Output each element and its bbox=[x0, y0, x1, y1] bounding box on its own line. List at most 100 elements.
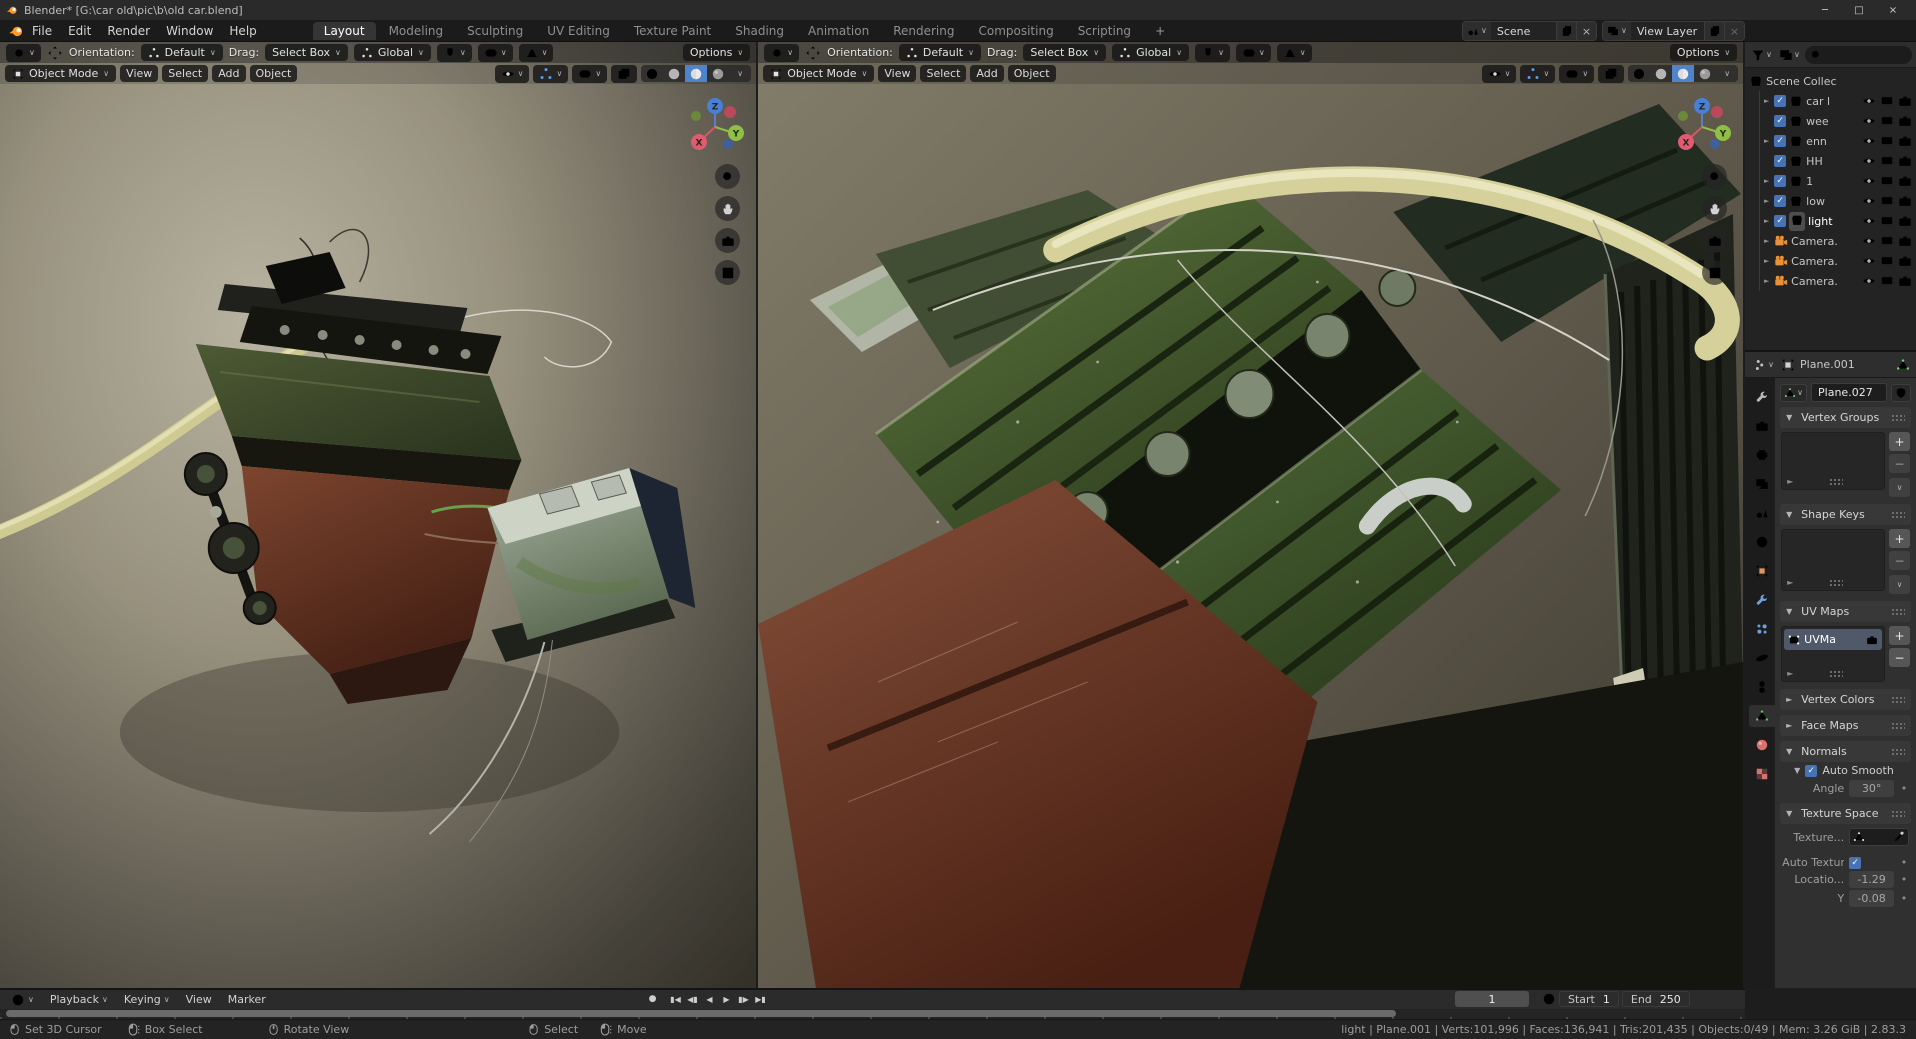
tab-rendering[interactable]: Rendering bbox=[882, 22, 965, 40]
render-camera-icon[interactable] bbox=[1898, 174, 1912, 188]
menu-render[interactable]: Render bbox=[99, 22, 158, 40]
timeline-scrollbar[interactable] bbox=[6, 1010, 1396, 1017]
tab-object[interactable] bbox=[1749, 560, 1775, 582]
outliner-row-collection[interactable]: ► ✓ car l bbox=[1762, 91, 1914, 111]
active-render-camera-icon[interactable] bbox=[1866, 634, 1878, 646]
monitor-icon[interactable] bbox=[1880, 214, 1894, 228]
expand-arrow-icon[interactable]: ► bbox=[1762, 277, 1771, 285]
panel-grip-handle[interactable] bbox=[1891, 511, 1905, 518]
shading-options-dropdown[interactable]: ∨ bbox=[1716, 65, 1738, 82]
shading-solid-button[interactable] bbox=[1650, 65, 1672, 82]
eye-icon[interactable] bbox=[1862, 134, 1876, 148]
menu-window[interactable]: Window bbox=[158, 22, 221, 40]
tab-compositing[interactable]: Compositing bbox=[967, 22, 1064, 40]
visibility-dropdown[interactable]: ∨ bbox=[1482, 65, 1517, 83]
tab-render[interactable] bbox=[1749, 415, 1775, 437]
render-camera-icon[interactable] bbox=[1898, 154, 1912, 168]
shading-wireframe-button[interactable] bbox=[641, 65, 663, 82]
timeline-editor-dropdown[interactable]: ∨ bbox=[5, 992, 40, 1008]
eye-icon[interactable] bbox=[1862, 174, 1876, 188]
overlays-toggle[interactable]: ∨ bbox=[1559, 65, 1594, 83]
pan-button[interactable] bbox=[1702, 196, 1727, 221]
list-grip-handle[interactable] bbox=[1829, 670, 1843, 677]
tab-constraints[interactable] bbox=[1749, 676, 1775, 698]
tab-sculpting[interactable]: Sculpting bbox=[456, 22, 534, 40]
ortho-toggle-button[interactable] bbox=[1702, 260, 1727, 285]
collection-checkbox[interactable]: ✓ bbox=[1774, 195, 1786, 207]
new-view-layer-button[interactable] bbox=[1704, 22, 1724, 40]
new-scene-button[interactable] bbox=[1556, 22, 1576, 40]
navigation-gizmo[interactable]: Z Y X bbox=[684, 94, 746, 156]
drag-dropdown[interactable]: Select Box∨ bbox=[1023, 44, 1106, 61]
tab-scene[interactable] bbox=[1749, 502, 1775, 524]
outliner-row-collection[interactable]: ► ✓ 1 bbox=[1762, 171, 1914, 191]
mode-dropdown[interactable]: Object Mode∨ bbox=[763, 65, 874, 82]
drag-dropdown[interactable]: Select Box∨ bbox=[265, 44, 348, 61]
animate-dot-icon[interactable]: • bbox=[1899, 856, 1909, 869]
menu-object[interactable]: Object bbox=[250, 65, 298, 82]
list-expand-icon[interactable]: ► bbox=[1787, 669, 1793, 678]
tab-animation[interactable]: Animation bbox=[797, 22, 880, 40]
camera-view-button[interactable] bbox=[1702, 228, 1727, 253]
gizmo-x-label[interactable]: X bbox=[1683, 139, 1690, 149]
shading-solid-button[interactable] bbox=[663, 65, 685, 82]
camera-view-button[interactable] bbox=[715, 228, 740, 253]
move-gizmo-icon[interactable] bbox=[805, 45, 821, 61]
render-camera-icon[interactable] bbox=[1898, 114, 1912, 128]
play-button[interactable]: ▶ bbox=[719, 991, 734, 1007]
shape-key-specials-dropdown[interactable]: ∨ bbox=[1889, 575, 1910, 594]
zoom-button[interactable] bbox=[715, 164, 740, 189]
uv-map-item-selected[interactable]: UVMa bbox=[1784, 629, 1882, 650]
outliner-row-camera[interactable]: ► Camera. bbox=[1762, 231, 1914, 251]
tab-tool[interactable] bbox=[1749, 386, 1775, 408]
tab-uv-editing[interactable]: UV Editing bbox=[536, 22, 621, 40]
viewport-right-scene[interactable] bbox=[758, 42, 1743, 988]
menu-marker[interactable]: Marker bbox=[222, 992, 272, 1007]
transform-space-dropdown[interactable]: Global∨ bbox=[354, 44, 431, 61]
outliner-row-collection[interactable]: ✓ wee bbox=[1762, 111, 1914, 131]
list-grip-handle[interactable] bbox=[1829, 478, 1843, 485]
xray-toggle[interactable] bbox=[611, 65, 637, 83]
gizmos-toggle[interactable]: ∨ bbox=[533, 65, 568, 83]
tab-texture[interactable] bbox=[1749, 763, 1775, 785]
tab-object-data[interactable] bbox=[1749, 705, 1775, 727]
delete-view-layer-button[interactable]: × bbox=[1724, 22, 1744, 40]
panel-grip-handle[interactable] bbox=[1891, 414, 1905, 421]
shading-options-dropdown[interactable]: ∨ bbox=[729, 65, 751, 82]
proportional-edit-button[interactable]: ∨ bbox=[1236, 44, 1271, 62]
menu-help[interactable]: Help bbox=[221, 22, 264, 40]
snap-button[interactable]: ∨ bbox=[1195, 44, 1230, 62]
active-tool-button[interactable]: ∨ bbox=[764, 44, 799, 62]
remove-shape-key-button[interactable]: − bbox=[1889, 551, 1910, 570]
viewport-right[interactable]: ∨ Orientation: Default∨ Drag: Select Box… bbox=[758, 42, 1743, 988]
eye-icon[interactable] bbox=[1862, 154, 1876, 168]
shading-rendered-button[interactable] bbox=[707, 65, 729, 82]
render-camera-icon[interactable] bbox=[1898, 254, 1912, 268]
viewport-left[interactable]: ∨ Orientation: Default∨ Drag: Select Box… bbox=[0, 42, 756, 988]
animate-dot-icon[interactable]: • bbox=[1899, 892, 1909, 905]
eye-icon[interactable] bbox=[1862, 194, 1876, 208]
eye-icon[interactable] bbox=[1862, 254, 1876, 268]
uv-maps-list[interactable]: UVMa ► bbox=[1781, 626, 1885, 682]
ortho-toggle-button[interactable] bbox=[715, 260, 740, 285]
gizmo-y-label[interactable]: Y bbox=[732, 130, 740, 140]
panel-header[interactable]: ▼Texture Space bbox=[1780, 803, 1911, 824]
collection-checkbox[interactable]: ✓ bbox=[1774, 155, 1786, 167]
menu-view[interactable]: View bbox=[120, 65, 158, 82]
menu-select[interactable]: Select bbox=[920, 65, 966, 82]
list-grip-handle[interactable] bbox=[1829, 579, 1843, 586]
render-camera-icon[interactable] bbox=[1898, 274, 1912, 288]
jump-to-start-button[interactable]: ▮◀ bbox=[668, 991, 683, 1007]
panel-face-maps[interactable]: ►Face Maps bbox=[1780, 715, 1911, 736]
menu-object[interactable]: Object bbox=[1008, 65, 1056, 82]
tab-physics[interactable] bbox=[1749, 647, 1775, 669]
menu-file[interactable]: File bbox=[24, 22, 60, 40]
falloff-button[interactable]: ∨ bbox=[1277, 44, 1312, 62]
list-expand-icon[interactable]: ► bbox=[1787, 578, 1793, 587]
xray-toggle[interactable] bbox=[1598, 65, 1624, 83]
panel-grip-handle[interactable] bbox=[1891, 722, 1905, 729]
tab-modeling[interactable]: Modeling bbox=[378, 22, 455, 40]
collection-checkbox[interactable]: ✓ bbox=[1774, 95, 1786, 107]
eye-icon[interactable] bbox=[1862, 274, 1876, 288]
tab-material[interactable] bbox=[1749, 734, 1775, 756]
